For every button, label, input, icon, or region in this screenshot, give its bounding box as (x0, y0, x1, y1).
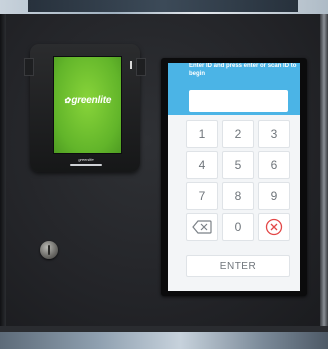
backspace-icon (192, 220, 212, 234)
reader-indicator-light (130, 61, 132, 69)
kiosk-header: Enter ID and press enter or scan ID to b… (168, 63, 300, 115)
reader-footer-brand: greenlite (78, 157, 94, 162)
reader-status-bar (70, 164, 102, 166)
key-6[interactable]: 6 (258, 151, 290, 179)
key-5[interactable]: 5 (222, 151, 254, 179)
key-4[interactable]: 4 (186, 151, 218, 179)
bottom-background-strip (0, 326, 328, 349)
lock-keyhole (48, 245, 50, 255)
key-1[interactable]: 1 (186, 120, 218, 148)
enter-button[interactable]: ENTER (186, 255, 290, 277)
card-reader-device: ✿greenlite greenlite (24, 44, 146, 172)
reader-mount-right (136, 58, 146, 76)
cabinet-lock (40, 241, 58, 259)
backspace-button[interactable] (186, 213, 218, 241)
top-dark-band (28, 0, 298, 12)
numeric-keypad: 1 2 3 4 5 6 7 8 9 0 (186, 120, 290, 241)
key-7[interactable]: 7 (186, 182, 218, 210)
reader-logo: ✿greenlite (54, 95, 121, 106)
key-2[interactable]: 2 (222, 120, 254, 148)
key-8[interactable]: 8 (222, 182, 254, 210)
reader-brand-text: greenlite (71, 95, 112, 106)
clear-x-circle-icon (265, 218, 283, 236)
clear-button[interactable] (258, 213, 290, 241)
key-9[interactable]: 9 (258, 182, 290, 210)
cabinet-frame-right (320, 14, 328, 330)
reader-mount-left (24, 58, 34, 76)
bottom-ledge (0, 326, 328, 332)
key-0[interactable]: 0 (222, 213, 254, 241)
id-input[interactable] (189, 90, 288, 112)
reader-screen: ✿greenlite (53, 56, 122, 154)
leaf-icon: ✿ (63, 96, 71, 105)
cabinet-frame-left (0, 14, 6, 330)
kiosk-screen: Enter ID and press enter or scan ID to b… (168, 63, 300, 291)
instruction-text: Enter ID and press enter or scan ID to b… (189, 63, 297, 77)
key-3[interactable]: 3 (258, 120, 290, 148)
